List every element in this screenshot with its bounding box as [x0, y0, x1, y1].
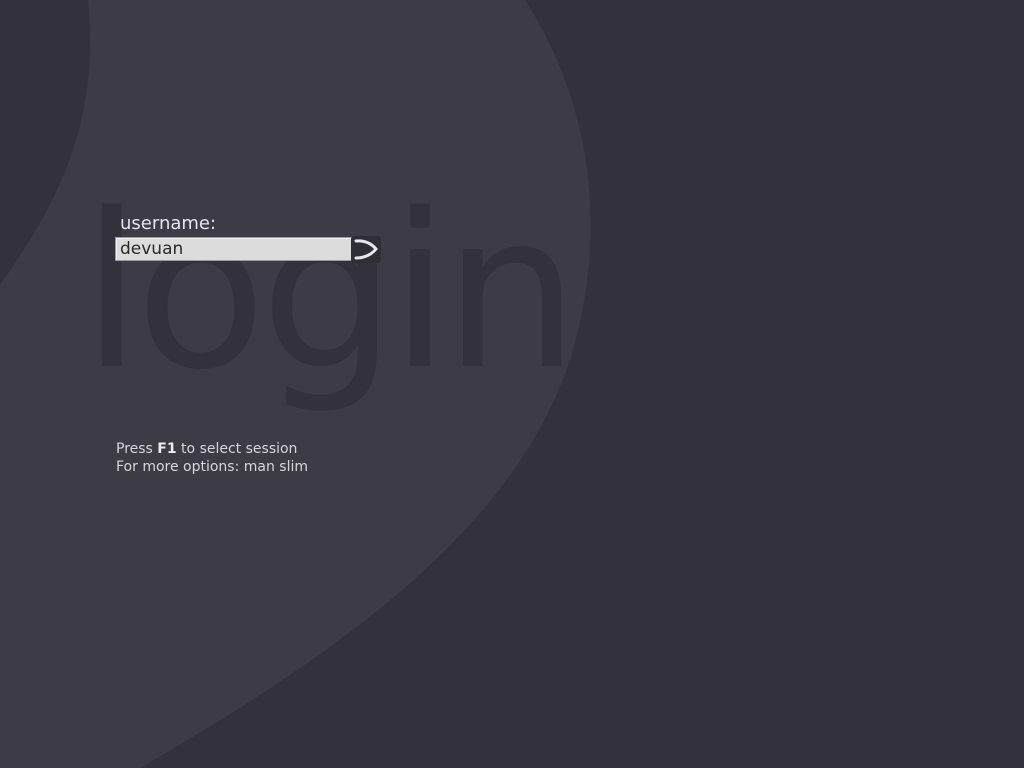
submit-button[interactable]	[351, 236, 381, 263]
help-session-hint: Press F1 to select session	[116, 440, 297, 458]
arrow-right-icon	[351, 236, 381, 263]
help-options-hint: For more options: man slim	[116, 459, 309, 475]
login-screen: login username: Press F1 to select sessi…	[0, 0, 1024, 768]
username-field-frame[interactable]	[115, 237, 353, 261]
help-prefix: Press	[116, 441, 158, 457]
username-label: username:	[120, 213, 217, 234]
help-key: F1	[157, 441, 177, 457]
username-input[interactable]	[120, 238, 346, 260]
help-suffix: to select session	[176, 441, 298, 457]
